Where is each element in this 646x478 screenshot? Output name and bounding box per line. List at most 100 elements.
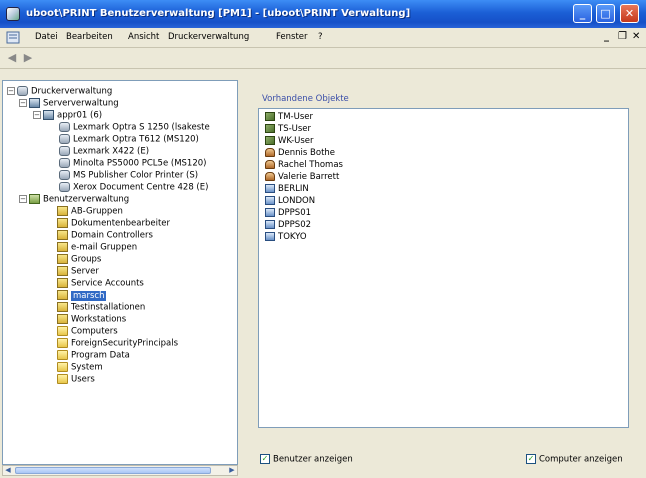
printer-icon — [59, 182, 70, 192]
list-item-computer[interactable]: TOKYO — [265, 232, 307, 243]
list-item-computer[interactable]: BERLIN — [265, 184, 309, 195]
printer-icon — [59, 170, 70, 180]
list-item-computer[interactable]: DPPS02 — [265, 220, 311, 231]
minimize-button[interactable]: _ — [573, 4, 592, 23]
ou-folder-icon — [57, 314, 68, 324]
printer-icon — [59, 122, 70, 132]
menu-view[interactable]: Ansicht — [128, 32, 159, 42]
app-icon — [6, 7, 20, 21]
forward-icon[interactable]: ▶ — [21, 51, 35, 65]
mdi-minimize-button[interactable]: _ — [604, 31, 609, 42]
ou-folder-icon — [57, 206, 68, 216]
list-item-computer[interactable]: DPPS01 — [265, 208, 311, 219]
scroll-left-icon[interactable]: ◀ — [3, 466, 13, 475]
tree-node-ou[interactable]: Testinstallationen — [57, 302, 145, 313]
tree-node-printer[interactable]: Minolta PS5000 PCL5e (MS120) — [59, 158, 206, 169]
tree-node-printer[interactable]: Lexmark Optra T612 (MS120) — [59, 134, 199, 145]
ou-folder-icon — [57, 230, 68, 240]
printer-icon — [59, 134, 70, 144]
computer-icon — [265, 196, 275, 205]
window-title: uboot\PRINT Benutzerverwaltung [PM1] - [… — [26, 8, 411, 19]
printer-icon — [59, 146, 70, 156]
ou-folder-icon — [57, 254, 68, 264]
tree-node-printer[interactable]: Lexmark Optra S 1250 (lsakeste — [59, 122, 210, 133]
menu-file[interactable]: Datei — [35, 32, 58, 42]
tree-node-ou[interactable]: Workstations — [57, 314, 126, 325]
close-button[interactable]: ✕ — [620, 4, 639, 23]
tree-node-container[interactable]: Program Data — [57, 350, 130, 361]
collapse-icon[interactable]: − — [7, 87, 15, 95]
list-item-group[interactable]: TM-User — [265, 112, 313, 123]
menu-edit[interactable]: Bearbeiten — [66, 32, 113, 42]
tree-node-container[interactable]: System — [57, 362, 103, 373]
tree-node-server-management[interactable]: − Serververwaltung — [19, 98, 119, 109]
user-icon — [265, 172, 275, 181]
tree-node-ou[interactable]: Groups — [57, 254, 101, 265]
tree-node-container[interactable]: ForeignSecurityPrincipals — [57, 338, 178, 349]
folder-icon — [57, 362, 68, 372]
collapse-icon[interactable]: − — [19, 195, 27, 203]
list-item-group[interactable]: TS-User — [265, 124, 311, 135]
scroll-thumb[interactable] — [15, 467, 211, 474]
document-icon — [6, 31, 20, 44]
tree-node-ou[interactable]: Server — [57, 266, 99, 277]
ou-folder-icon — [57, 218, 68, 228]
user-icon — [265, 148, 275, 157]
printer-management-icon — [17, 86, 28, 96]
tree-node-ou[interactable]: Service Accounts — [57, 278, 144, 289]
show-computers-label: Computer anzeigen — [539, 454, 623, 465]
toolbar: ◀ ▶ — [0, 48, 646, 69]
collapse-icon[interactable]: − — [19, 99, 27, 107]
collapse-icon[interactable]: − — [33, 111, 41, 119]
mdi-restore-button[interactable]: ❐ — [618, 31, 627, 42]
back-icon[interactable]: ◀ — [5, 51, 19, 65]
tree-node-ou-selected[interactable]: marsch — [57, 290, 107, 301]
tree-node-container[interactable]: Computers — [57, 326, 118, 337]
title-bar[interactable]: uboot\PRINT Benutzerverwaltung [PM1] - [… — [0, 0, 646, 28]
folder-icon — [57, 338, 68, 348]
tree-node-server[interactable]: − appr01 (6) — [33, 110, 102, 121]
server-icon — [43, 110, 54, 120]
group-icon — [265, 136, 275, 145]
tree-node-printer[interactable]: Lexmark X422 (E) — [59, 146, 149, 157]
menu-bar: Datei Bearbeiten Ansicht Druckerverwaltu… — [0, 28, 646, 48]
app-window: uboot\PRINT Benutzerverwaltung [PM1] - [… — [0, 0, 646, 478]
tree-node-printer[interactable]: Xerox Document Centre 428 (E) — [59, 182, 208, 193]
tree-node-ou[interactable]: AB-Gruppen — [57, 206, 123, 217]
folder-icon — [57, 350, 68, 360]
list-item-user[interactable]: Dennis Bothe — [265, 148, 335, 159]
menu-help[interactable]: ? — [318, 32, 323, 42]
tree-view[interactable]: − Druckerverwaltung − Serververwaltung − ap… — [2, 80, 238, 465]
list-item-user[interactable]: Valerie Barrett — [265, 172, 339, 183]
ou-folder-icon — [57, 278, 68, 288]
menu-printer-management[interactable]: Druckerverwaltung — [168, 32, 249, 42]
checkbox-checked-icon[interactable]: ✓ — [260, 454, 270, 464]
menu-window[interactable]: Fenster — [276, 32, 308, 42]
domain-icon — [29, 194, 40, 204]
list-item-computer[interactable]: LONDON — [265, 196, 315, 207]
objects-list[interactable]: TM-User TS-User WK-User Dennis Bothe Rac… — [258, 108, 629, 428]
printer-icon — [59, 158, 70, 168]
tree-node-container[interactable]: Users — [57, 374, 95, 385]
folder-icon — [57, 326, 68, 336]
objects-panel: Vorhandene Objekte TM-User TS-User WK-Us… — [244, 80, 642, 473]
tree-node-ou[interactable]: e-mail Gruppen — [57, 242, 137, 253]
show-computers-checkbox[interactable]: ✓ Computer anzeigen — [526, 454, 623, 465]
computer-icon — [265, 232, 275, 241]
tree-node-ou[interactable]: Domain Controllers — [57, 230, 153, 241]
tree-node-user-management[interactable]: − Benutzerverwaltung — [19, 194, 129, 205]
tree-horizontal-scrollbar[interactable]: ◀ ▶ — [2, 465, 238, 476]
server-group-icon — [29, 98, 40, 108]
tree-node-root[interactable]: − Druckerverwaltung — [7, 86, 112, 97]
mdi-close-button[interactable]: ✕ — [632, 31, 640, 42]
tree-node-printer[interactable]: MS Publisher Color Printer (S) — [59, 170, 198, 181]
maximize-button[interactable]: □ — [596, 4, 615, 23]
list-item-user[interactable]: Rachel Thomas — [265, 160, 343, 171]
ou-folder-icon — [57, 302, 68, 312]
checkbox-checked-icon[interactable]: ✓ — [526, 454, 536, 464]
ou-folder-icon — [57, 242, 68, 252]
show-users-checkbox[interactable]: ✓ Benutzer anzeigen — [260, 454, 353, 465]
tree-node-ou[interactable]: Dokumentenbearbeiter — [57, 218, 170, 229]
list-item-group[interactable]: WK-User — [265, 136, 314, 147]
scroll-right-icon[interactable]: ▶ — [227, 466, 237, 475]
